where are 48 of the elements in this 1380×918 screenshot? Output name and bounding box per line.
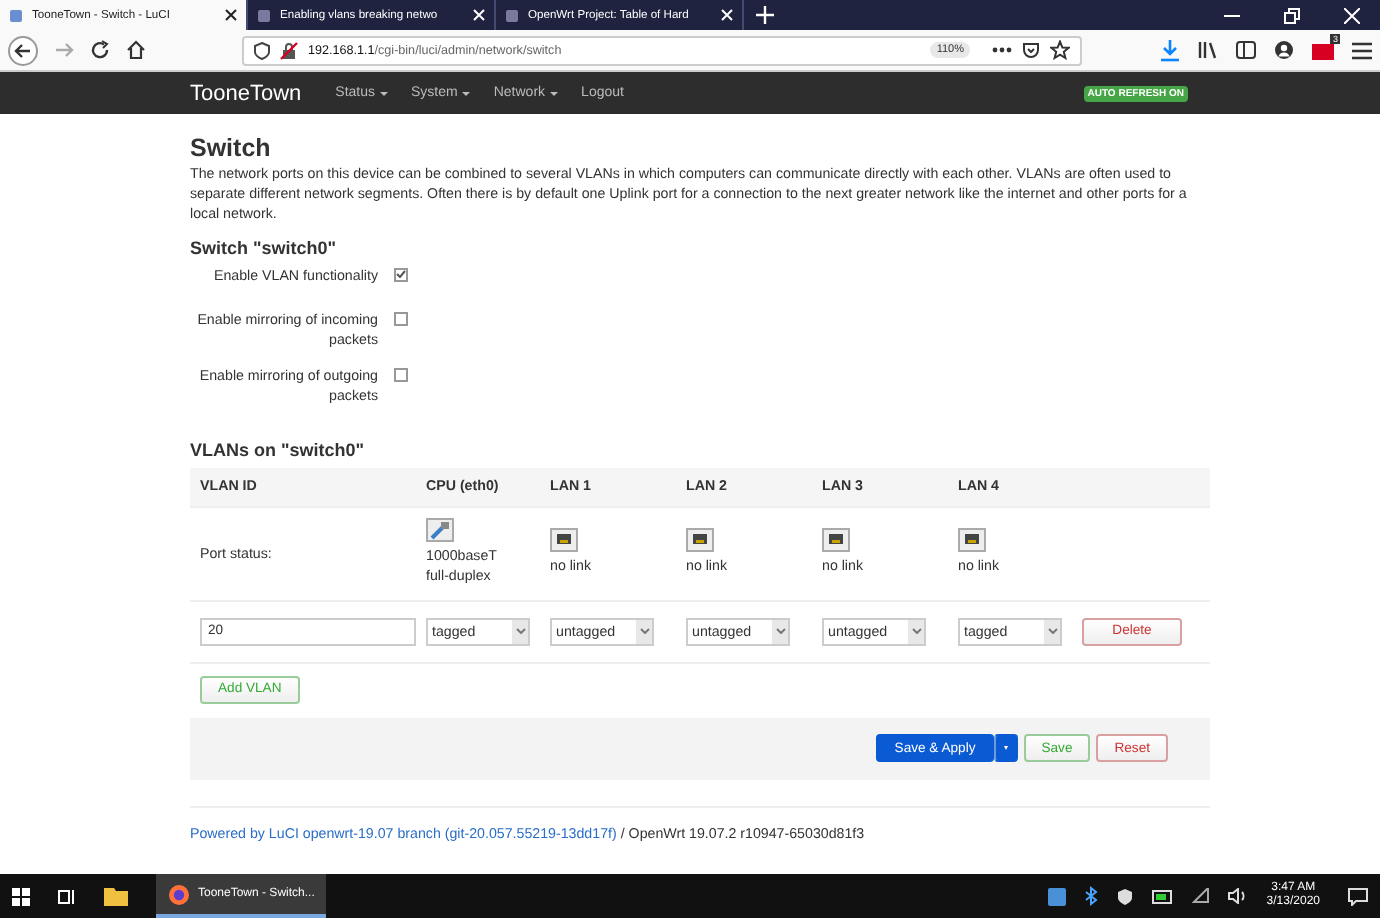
pocket-icon[interactable] [1022,41,1040,59]
caret-icon [549,91,558,95]
star-icon[interactable] [1050,40,1070,60]
plus-icon[interactable] [756,6,774,24]
check-icon [396,270,406,279]
speaker-icon[interactable] [1228,888,1249,904]
browser-icon [168,883,190,905]
caret-icon [461,91,470,95]
wifi-icon[interactable] [1192,888,1211,904]
reload-icon[interactable] [90,40,110,60]
chevron-down-icon [911,628,921,635]
notification-icon[interactable] [1348,887,1368,905]
caret-icon [379,91,388,95]
brand-name[interactable]: TooneTown [190,81,302,105]
checkbox[interactable] [394,267,408,282]
home-icon[interactable] [126,40,146,60]
download-icon[interactable] [1160,39,1180,61]
dropdown-button[interactable] [993,734,1018,763]
folder-icon[interactable] [104,886,128,906]
close-icon[interactable] [224,8,238,22]
extension-icon[interactable] [1312,40,1334,60]
menu-icon[interactable] [1352,41,1372,59]
more-icon[interactable] [992,46,1012,54]
battery-icon[interactable] [1152,889,1175,903]
back-icon[interactable] [8,35,38,65]
page-icon [8,7,24,23]
shield-icon[interactable] [1116,887,1135,905]
app-icon[interactable] [1048,887,1067,905]
sidebar-icon[interactable] [1236,40,1256,60]
checkbox[interactable] [394,311,408,326]
account-icon[interactable] [1274,40,1294,60]
windows-icon[interactable] [12,887,30,905]
task-view-icon[interactable] [58,887,76,905]
chevron-down-icon [1047,628,1057,635]
library-icon[interactable] [1198,40,1218,60]
shield-icon [254,41,270,59]
page-icon [256,7,272,23]
chevron-down-icon [515,628,525,635]
chevron-down-icon [775,628,785,635]
chevron-down-icon [639,628,649,635]
insecure-lock-icon [280,41,298,59]
checkbox[interactable] [394,367,408,382]
page-icon [504,7,520,23]
section-title: VLANs on "switch0" [190,439,367,460]
restore-icon[interactable] [1284,7,1300,23]
page-title: Switch [190,134,273,162]
section-title: Switch "switch0" [190,237,339,258]
bluetooth-icon[interactable] [1084,886,1099,906]
